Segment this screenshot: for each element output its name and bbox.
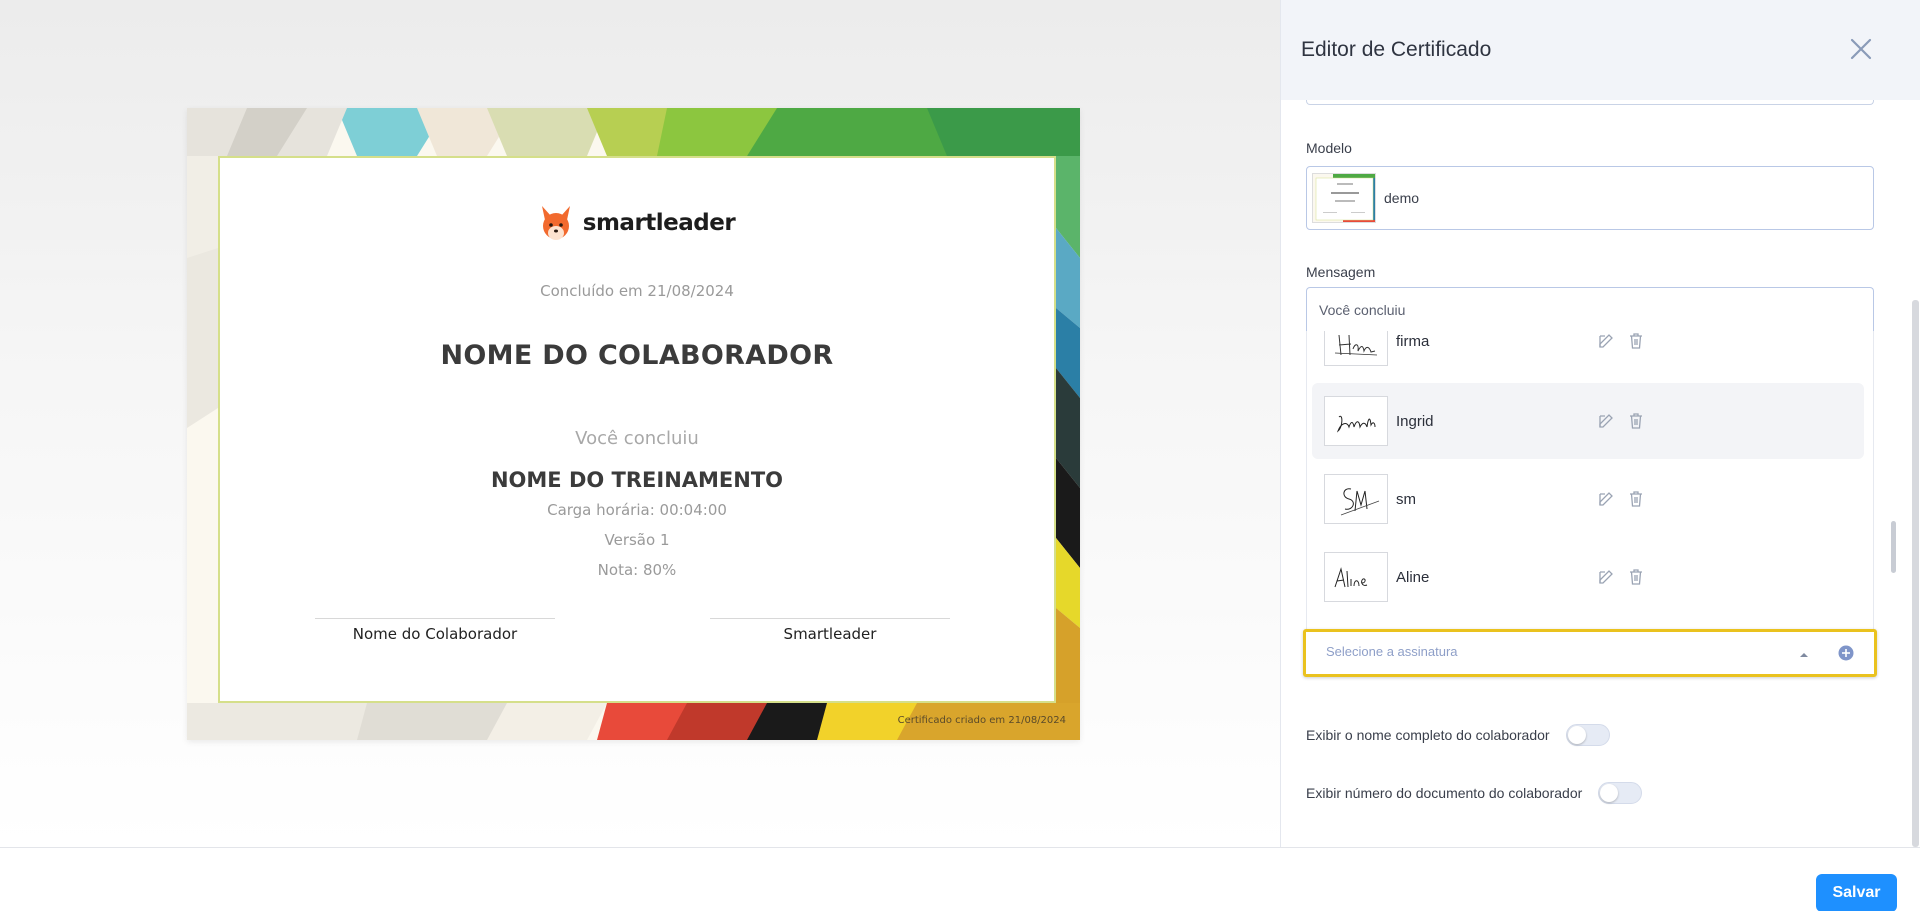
certificate-signature-left: Nome do Colaborador <box>315 618 555 643</box>
signature-name: Ingrid <box>1396 412 1434 430</box>
signature-item-ingrid[interactable]: Ingrid <box>1312 383 1864 459</box>
signature-thumbnail <box>1324 474 1388 524</box>
toggle-document-number[interactable] <box>1598 782 1643 804</box>
certificate-editor-panel: Editor de Certificado Modelo demo Mensag… <box>1280 0 1920 847</box>
trash-icon[interactable] <box>1627 332 1645 350</box>
certificate: smartleader Concluído em 21/08/2024 NOME… <box>187 108 1080 740</box>
message-input[interactable] <box>1306 287 1874 331</box>
certificate-message: Você concluiu <box>575 428 699 449</box>
certificate-completed-date: Concluído em 21/08/2024 <box>540 282 734 300</box>
save-button[interactable]: Salvar <box>1816 874 1897 911</box>
signature-image <box>1340 488 1380 516</box>
signature-right-label: Smartleader <box>783 625 877 643</box>
model-thumbnail-image <box>1313 174 1375 222</box>
signature-list-scrollbar[interactable] <box>1889 331 1897 629</box>
signature-name: sm <box>1396 490 1416 508</box>
trash-icon[interactable] <box>1627 568 1645 586</box>
panel-body: Modelo demo Mensagem Você concluiu firma… <box>1281 100 1920 847</box>
signature-image <box>1334 334 1378 356</box>
certificate-training-name: NOME DO TREINAMENTO <box>490 468 784 492</box>
toggle-row-document-number: Exibir número do documento do colaborado… <box>1306 782 1643 804</box>
edit-icon[interactable] <box>1597 490 1615 508</box>
certificate-employee-name: NOME DO COLABORADOR <box>440 340 834 371</box>
panel-header: Editor de Certificado <box>1281 0 1920 100</box>
signature-name: Aline <box>1396 568 1430 586</box>
signature-name: firma <box>1396 332 1430 350</box>
model-value: demo <box>1384 190 1420 206</box>
panel-scrollbar[interactable] <box>1912 300 1919 847</box>
signature-item-aline[interactable]: Aline <box>1312 539 1864 615</box>
signature-item-sm[interactable]: sm <box>1312 461 1864 537</box>
toggle-full-name[interactable] <box>1565 724 1610 746</box>
signature-image <box>1334 567 1368 588</box>
trash-icon[interactable] <box>1627 412 1645 430</box>
caret-up-icon[interactable] <box>1799 650 1809 660</box>
signature-line <box>710 618 950 619</box>
signature-list[interactable]: firma Ingrid sm Aline <box>1306 331 1874 629</box>
footer-bar: Salvar <box>0 847 1920 911</box>
toggle-full-name-label: Exibir o nome completo do colaborador <box>1306 727 1550 743</box>
signature-item-firma[interactable]: firma <box>1312 331 1864 379</box>
certificate-signature-right: Smartleader <box>710 618 950 643</box>
certificate-footer: Certificado criado em 21/08/2024 <box>897 715 1066 726</box>
previous-field <box>1306 100 1874 105</box>
trash-icon[interactable] <box>1627 490 1645 508</box>
fox-logo-icon <box>541 206 570 240</box>
scrollbar-thumb[interactable] <box>1891 521 1896 573</box>
certificate-logo: smartleader <box>220 204 1054 242</box>
edit-icon[interactable] <box>1597 412 1615 430</box>
signature-image <box>1336 415 1376 433</box>
certificate-content: smartleader Concluído em 21/08/2024 NOME… <box>218 156 1056 703</box>
edit-icon[interactable] <box>1597 332 1615 350</box>
signature-left-label: Nome do Colaborador <box>352 625 518 643</box>
signature-select-placeholder: Selecione a assinatura <box>1326 644 1458 659</box>
toggle-document-number-label: Exibir número do documento do colaborado… <box>1306 785 1583 801</box>
certificate-grade: Nota: 80% <box>597 561 677 579</box>
message-label: Mensagem <box>1306 264 1376 280</box>
certificate-version: Versão 1 <box>604 531 670 549</box>
close-icon <box>1850 38 1872 60</box>
toggle-knob <box>1567 726 1586 744</box>
toggle-row-full-name: Exibir o nome completo do colaborador <box>1306 724 1610 746</box>
signature-thumbnail <box>1324 396 1388 446</box>
edit-icon[interactable] <box>1597 568 1615 586</box>
certificate-preview-area: smartleader Concluído em 21/08/2024 NOME… <box>0 0 1280 847</box>
signature-thumbnail <box>1324 552 1388 602</box>
panel-title: Editor de Certificado <box>1301 38 1492 61</box>
model-label: Modelo <box>1306 140 1352 156</box>
certificate-hours: Carga horária: 00:04:00 <box>547 501 727 519</box>
certificate-brand: smartleader <box>582 210 736 236</box>
add-circle-icon[interactable] <box>1837 644 1855 662</box>
toggle-knob <box>1600 784 1619 802</box>
model-select[interactable]: demo <box>1306 166 1874 230</box>
model-thumbnail <box>1312 173 1376 223</box>
signature-thumbnail <box>1324 331 1388 366</box>
close-button[interactable] <box>1846 34 1876 64</box>
signature-line <box>315 618 555 619</box>
signature-select[interactable]: Selecione a assinatura <box>1303 629 1877 677</box>
